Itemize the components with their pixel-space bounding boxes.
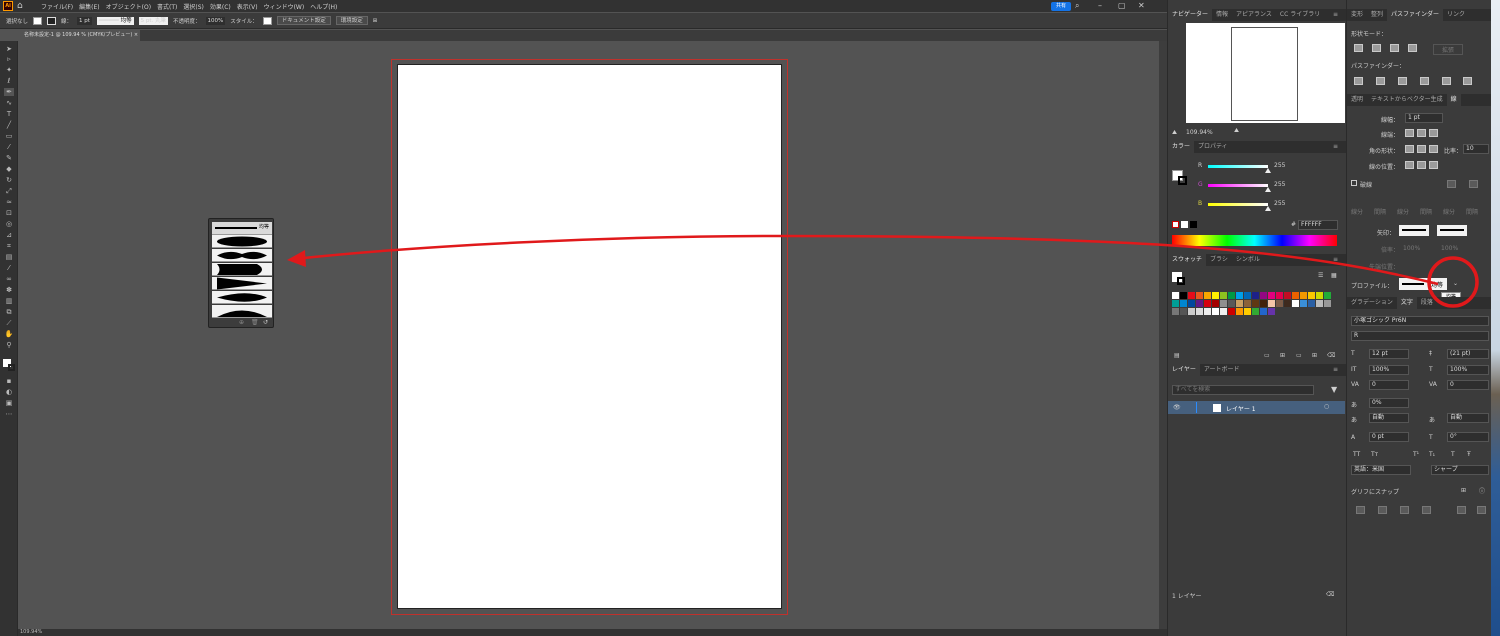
- swatch-chip[interactable]: [1228, 300, 1235, 307]
- swatch-chip[interactable]: [1180, 300, 1187, 307]
- swatch-chip[interactable]: [1252, 308, 1259, 315]
- swatch-chip[interactable]: [1204, 308, 1211, 315]
- swatch-chip[interactable]: [1220, 300, 1227, 307]
- swatch-chip[interactable]: [1204, 300, 1211, 307]
- swatch-chip[interactable]: [1268, 300, 1275, 307]
- swatch-chip[interactable]: [1284, 292, 1291, 299]
- swatch-chip[interactable]: [1292, 292, 1299, 299]
- swatch-chip[interactable]: [1244, 292, 1251, 299]
- swatch-chip[interactable]: [1324, 300, 1331, 307]
- swatch-chip[interactable]: [1196, 292, 1203, 299]
- swatch-chip[interactable]: [1316, 300, 1323, 307]
- swatch-chip[interactable]: [1212, 308, 1219, 315]
- swatch-chip[interactable]: [1260, 308, 1267, 315]
- annotation-circle: [1427, 256, 1479, 308]
- swatch-chip[interactable]: [1236, 300, 1243, 307]
- swatch-chip[interactable]: [1268, 292, 1275, 299]
- swatch-chip[interactable]: [1292, 300, 1299, 307]
- swatch-chip[interactable]: [1236, 308, 1243, 315]
- swatch-chip[interactable]: [1212, 292, 1219, 299]
- swatch-chip[interactable]: [1172, 292, 1179, 299]
- annotation-arrow-line: [303, 234, 1439, 286]
- swatch-chip[interactable]: [1276, 292, 1283, 299]
- swatch-chip[interactable]: [1276, 300, 1283, 307]
- swatch-chip[interactable]: [1244, 300, 1251, 307]
- swatch-chip[interactable]: [1204, 292, 1211, 299]
- swatch-chip[interactable]: [1260, 300, 1267, 307]
- swatch-chip[interactable]: [1220, 292, 1227, 299]
- swatch-chip[interactable]: [1172, 300, 1179, 307]
- swatch-chip[interactable]: [1268, 308, 1275, 315]
- swatch-chip[interactable]: [1188, 300, 1195, 307]
- swatch-chip[interactable]: [1220, 308, 1227, 315]
- swatch-chip[interactable]: [1300, 300, 1307, 307]
- swatch-chip[interactable]: [1308, 300, 1315, 307]
- swatch-chip[interactable]: [1284, 300, 1291, 307]
- swatch-chip[interactable]: [1300, 292, 1307, 299]
- swatch-chip[interactable]: [1196, 300, 1203, 307]
- swatch-chip[interactable]: [1228, 292, 1235, 299]
- swatch-chip[interactable]: [1188, 292, 1195, 299]
- swatch-chip[interactable]: [1260, 292, 1267, 299]
- swatch-chip[interactable]: [1316, 292, 1323, 299]
- swatch-chip[interactable]: [1212, 300, 1219, 307]
- swatch-chip[interactable]: [1308, 292, 1315, 299]
- swatch-chip[interactable]: [1244, 308, 1251, 315]
- swatch-chip[interactable]: [1180, 292, 1187, 299]
- swatch-chip[interactable]: [1252, 300, 1259, 307]
- annotation-arrowhead: [287, 250, 306, 267]
- swatch-chip[interactable]: [1196, 308, 1203, 315]
- swatch-chip[interactable]: [1324, 292, 1331, 299]
- swatch-chip[interactable]: [1228, 308, 1235, 315]
- swatch-grid: [1172, 292, 1332, 336]
- swatch-chip[interactable]: [1188, 308, 1195, 315]
- swatch-chip[interactable]: [1172, 308, 1179, 315]
- swatch-chip[interactable]: [1252, 292, 1259, 299]
- swatch-chip[interactable]: [1180, 308, 1187, 315]
- illustrator-window: Ai ⌂ ファイル(F) 編集(E) オブジェクト(O) 書式(T) 選択(S)…: [0, 0, 1500, 636]
- swatch-chip[interactable]: [1236, 292, 1243, 299]
